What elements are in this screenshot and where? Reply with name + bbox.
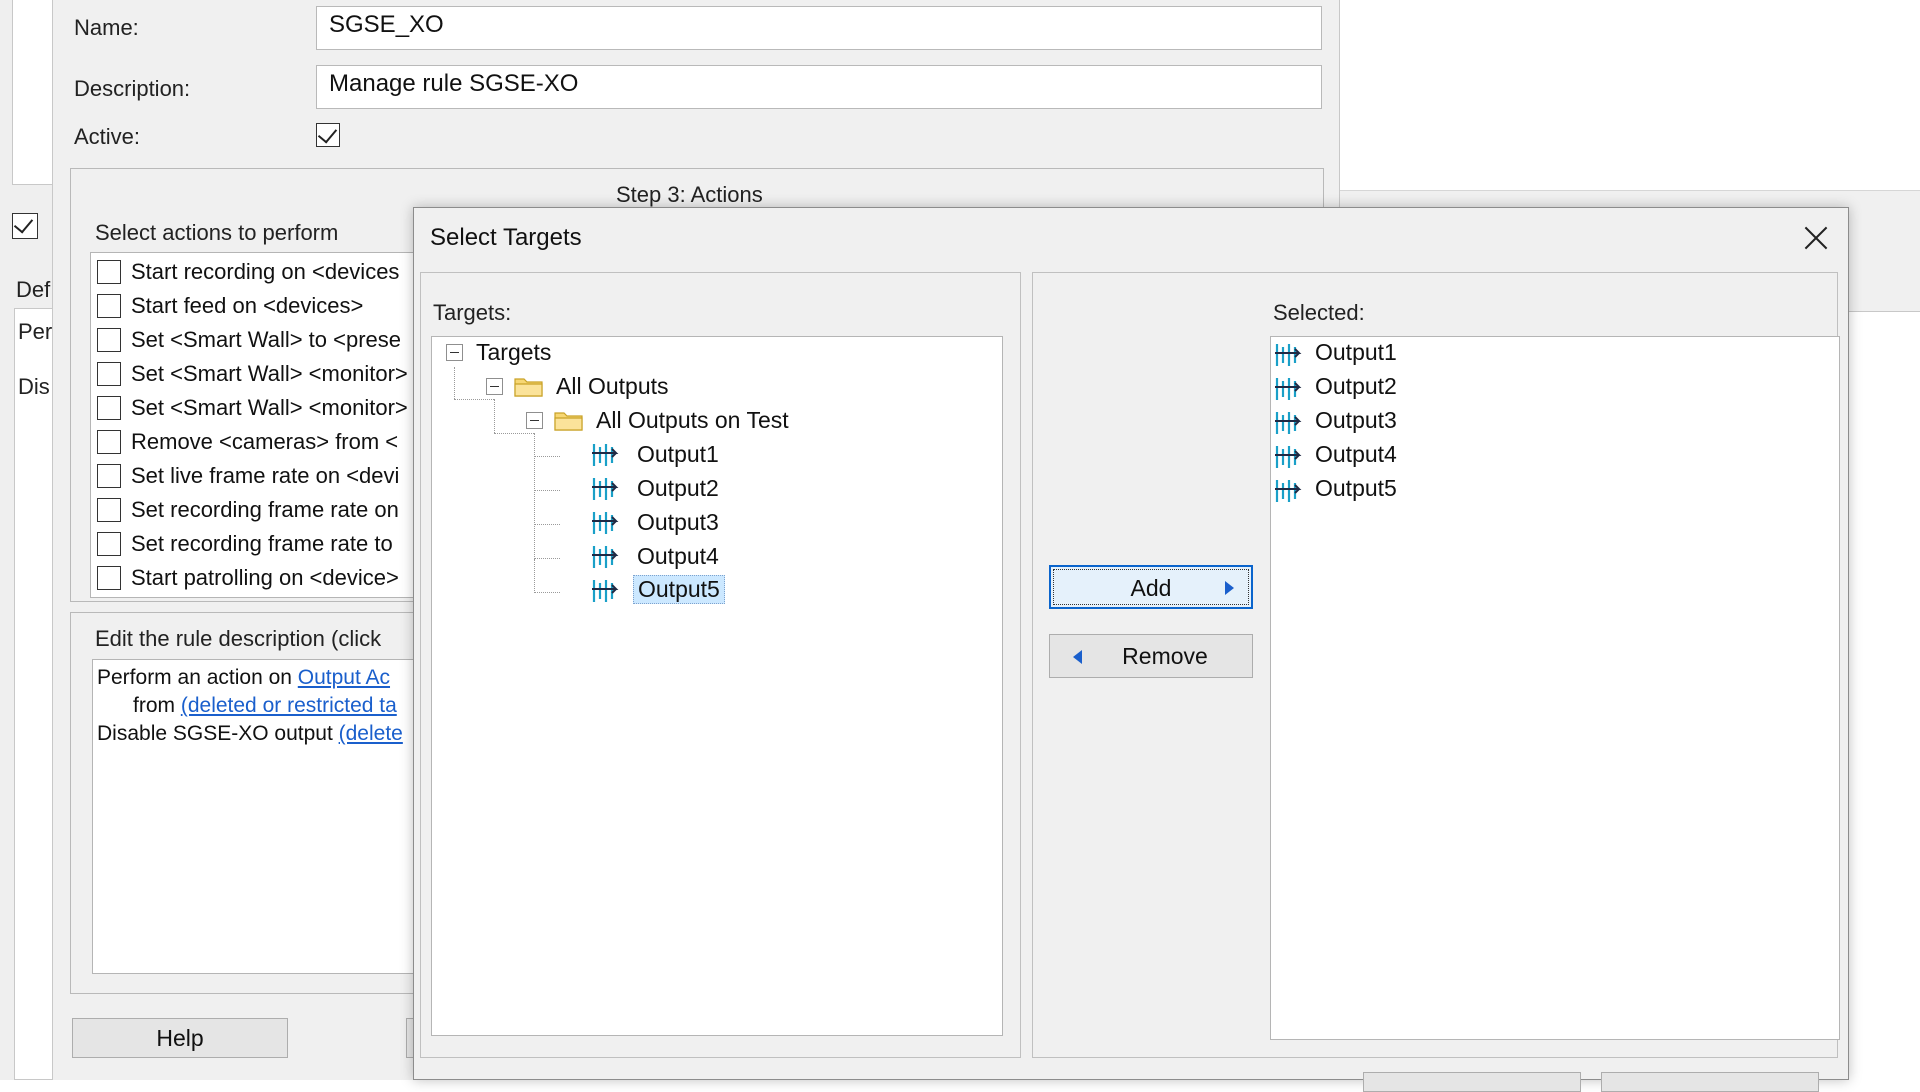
action-checkbox[interactable] [97,294,121,318]
action-checkbox[interactable] [97,464,121,488]
action-item[interactable]: Set recording frame rate on [97,495,399,525]
action-label: Start recording on <devices [131,259,400,284]
left-panel-label-per: Per [18,319,53,344]
tree-root-targets[interactable]: Targets [476,339,551,366]
tree-item-output[interactable]: Output4 [637,543,719,570]
left-panel-checkbox[interactable] [12,213,40,241]
action-item[interactable]: Set <Smart Wall> <monitor> [97,393,408,423]
output-icon [592,512,619,534]
selected-item[interactable]: Output2 [1315,373,1397,400]
collapse-icon[interactable] [486,378,503,395]
dialog-title: Select Targets [430,224,582,251]
add-button-label: Add [1130,575,1172,601]
action-checkbox[interactable] [97,532,121,556]
action-label: Set live frame rate on <devi [131,463,400,488]
actions-list[interactable]: Start recording on <devices Start feed o… [90,252,420,598]
desc-line-2-text: from [133,694,181,717]
selected-list[interactable]: Output1 Output2 Output3 Output4 Output5 [1270,336,1840,1040]
output-icon [1275,412,1302,434]
tree-item-output-selected[interactable]: Output5 [633,575,725,604]
ok-button-partial[interactable] [1363,1072,1581,1092]
collapse-icon[interactable] [526,412,543,429]
output-icon [1275,378,1302,400]
output-icon [1275,446,1302,468]
action-item[interactable]: Set <Smart Wall> to <prese [97,325,401,355]
output-icon [592,444,619,466]
action-checkbox[interactable] [97,362,121,386]
action-label: Set <Smart Wall> to <prese [131,327,402,352]
action-item[interactable]: Start recording on <devices [97,257,399,287]
select-actions-label: Select actions to perform [95,220,339,245]
action-checkbox[interactable] [97,566,121,590]
left-panel-top-box [12,0,54,185]
output-link[interactable]: Output Ac [298,666,390,689]
close-icon[interactable] [1800,222,1832,254]
action-label: Set <Smart Wall> <monitor> [131,395,408,420]
desc-line-1-text: Perform an action on [97,666,298,689]
action-label: Set <Smart Wall> <monitor> [131,361,408,386]
targets-tree[interactable]: Targets All Outputs All Outputs on Test … [431,336,1003,1036]
action-item[interactable]: Remove <cameras> from < [97,427,398,457]
action-label: Start feed on <devices> [131,293,364,318]
left-panel-label-dis: Dis [18,374,50,399]
triangle-right-icon [1225,581,1234,595]
left-panel-label-def: Def [16,277,51,302]
desc-line-3: Disable SGSE-XO output (delete [97,720,417,748]
deleted-target-link[interactable]: (deleted or restricted ta [181,694,397,717]
cancel-button-partial[interactable] [1601,1072,1819,1092]
tree-item-output[interactable]: Output2 [637,475,719,502]
desc-line-1: Perform an action on Output Ac [97,664,417,692]
add-button[interactable]: Add [1049,565,1253,609]
selected-item[interactable]: Output5 [1315,475,1397,502]
action-checkbox[interactable] [97,396,121,420]
targets-label: Targets: [433,300,512,325]
description-label: Description: [74,76,191,101]
output-icon [592,580,619,602]
remove-button-label: Remove [1122,642,1208,669]
action-checkbox[interactable] [97,260,121,284]
action-item[interactable]: Start patrolling on <device> [97,563,399,593]
action-label: Remove <cameras> from < [131,429,399,454]
action-checkbox[interactable] [97,498,121,522]
action-checkbox[interactable] [97,430,121,454]
left-panel-list[interactable] [14,308,56,1080]
output-icon [592,478,619,500]
desc-line-3-text: Disable SGSE-XO output [97,722,339,745]
tree-item-output[interactable]: Output1 [637,441,719,468]
step3-title: Step 3: Actions [616,182,763,207]
folder-icon [554,412,583,431]
name-label: Name: [74,15,139,40]
action-label: Set recording frame rate on [131,497,399,522]
tree-folder-all-outputs-on-test[interactable]: All Outputs on Test [596,407,789,434]
action-label: Start patrolling on <device> [131,565,399,590]
output-icon [1275,480,1302,502]
remove-button[interactable]: Remove [1049,634,1253,678]
output-icon [1275,344,1302,366]
collapse-icon[interactable] [446,344,463,361]
action-item[interactable]: Set <Smart Wall> <monitor> [97,359,408,389]
tree-folder-all-outputs[interactable]: All Outputs [556,373,669,400]
selected-item[interactable]: Output3 [1315,407,1397,434]
triangle-left-icon [1073,650,1082,664]
selected-item[interactable]: Output4 [1315,441,1397,468]
name-input[interactable]: SGSE_XO [316,6,1322,50]
selected-item[interactable]: Output1 [1315,339,1397,366]
rule-description-box: Perform an action on Output Ac from (del… [92,659,422,974]
help-button[interactable]: Help [72,1018,288,1058]
selected-label: Selected: [1273,300,1365,325]
action-item[interactable]: Start feed on <devices> [97,291,363,321]
action-label: Set recording frame rate to [131,531,393,556]
active-checkbox[interactable] [316,123,340,147]
output-icon [592,546,619,568]
tree-item-output[interactable]: Output3 [637,509,719,536]
edit-description-label: Edit the rule description (click [95,626,382,651]
action-item[interactable]: Set live frame rate on <devi [97,461,399,491]
folder-icon [514,378,543,397]
deleted-output-link[interactable]: (delete [339,722,403,745]
action-item[interactable]: Set recording frame rate to [97,529,393,559]
action-checkbox[interactable] [97,328,121,352]
description-input[interactable]: Manage rule SGSE-XO [316,65,1322,109]
desc-line-2: from (deleted or restricted ta [97,692,417,720]
active-label: Active: [74,124,141,149]
